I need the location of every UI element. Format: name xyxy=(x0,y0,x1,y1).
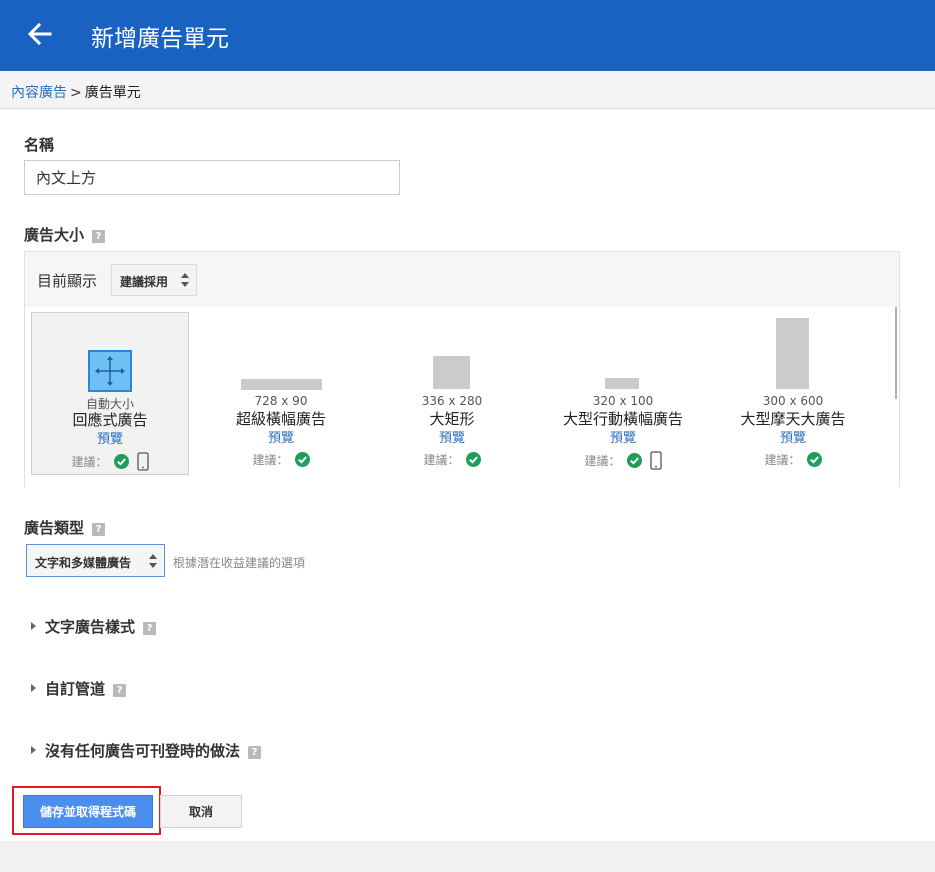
cancel-button[interactable]: 取消 xyxy=(160,795,242,828)
recommend-label: 建議： xyxy=(71,455,108,469)
form-panel: 名稱 廣告大小? 目前顯示 建議採用 自動大小 回應式廣告 預覽 xyxy=(0,109,935,841)
size-filter-select[interactable]: 建議採用 xyxy=(111,264,197,296)
scrollbar[interactable] xyxy=(895,307,897,399)
section-text-ad-style[interactable]: 文字廣告樣式? xyxy=(31,616,157,637)
ad-type-label: 廣告類型? xyxy=(24,517,106,538)
section-label: 沒有任何廣告可刊登時的做法 xyxy=(45,742,241,760)
size-name: 大矩形 xyxy=(429,410,475,428)
app-header: 新增廣告單元 xyxy=(0,0,935,71)
size-name: 大型摩天大廣告 xyxy=(740,410,846,428)
size-option-leaderboard[interactable]: 728 x 90 超級橫幅廣告 預覽 建議： xyxy=(202,312,360,475)
breadcrumb-separator: > xyxy=(70,85,82,101)
expand-triangle-icon xyxy=(31,684,36,692)
recommend-label: 建議： xyxy=(764,453,801,467)
ad-size-label: 廣告大小? xyxy=(24,224,106,245)
help-icon[interactable]: ? xyxy=(248,746,262,759)
mobile-phone-icon xyxy=(649,451,662,470)
size-name: 超級橫幅廣告 xyxy=(235,410,326,428)
select-arrows-icon xyxy=(149,554,157,568)
preview-link[interactable]: 預覽 xyxy=(32,428,188,447)
help-icon[interactable]: ? xyxy=(92,523,106,536)
arrow-left-icon xyxy=(27,22,52,46)
recommend-label: 建議： xyxy=(584,454,621,468)
check-circle-icon xyxy=(626,453,642,468)
expand-triangle-icon xyxy=(31,622,36,630)
preview-link[interactable]: 預覽 xyxy=(202,427,360,446)
size-option-half-page[interactable]: 300 x 600 大型摩天大廣告 預覽 建議： xyxy=(714,312,872,475)
help-icon[interactable]: ? xyxy=(113,684,127,697)
section-label: 文字廣告樣式 xyxy=(45,618,136,636)
size-name: 大型行動橫幅廣告 xyxy=(562,410,683,428)
back-button[interactable] xyxy=(22,16,58,52)
display-filter-label: 目前顯示 xyxy=(37,272,98,290)
recommend-label: 建議： xyxy=(252,453,289,467)
size-option-responsive[interactable]: 自動大小 回應式廣告 預覽 建議： xyxy=(31,312,189,475)
recommend-row: 建議： xyxy=(202,451,360,468)
save-and-get-code-button[interactable]: 儲存並取得程式碼 xyxy=(23,795,153,828)
name-field[interactable] xyxy=(24,160,400,195)
check-circle-icon xyxy=(806,452,822,467)
help-icon[interactable]: ? xyxy=(143,622,157,635)
check-circle-icon xyxy=(113,454,129,469)
breadcrumb: 內容廣告 > 廣告單元 xyxy=(0,71,935,109)
select-arrows-icon xyxy=(181,273,189,287)
size-option-large-mobile-banner[interactable]: 320 x 100 大型行動橫幅廣告 預覽 建議： xyxy=(544,312,702,475)
page-title: 新增廣告單元 xyxy=(91,26,229,52)
size-thumbnail xyxy=(241,379,322,390)
recommend-row: 建議： xyxy=(373,451,531,468)
name-label: 名稱 xyxy=(24,136,55,154)
responsive-resize-icon xyxy=(88,350,132,392)
size-dims: 728 x 90 xyxy=(254,394,308,408)
section-custom-channels[interactable]: 自訂管道? xyxy=(31,678,127,699)
ad-type-hint: 根據潛在收益建議的選項 xyxy=(173,556,306,570)
size-thumbnail xyxy=(605,378,639,389)
section-unfilled-ad-space[interactable]: 沒有任何廣告可刊登時的做法? xyxy=(31,740,262,761)
size-filter-value: 建議採用 xyxy=(120,275,169,289)
ad-size-list: 自動大小 回應式廣告 預覽 建議： 728 x 90 超級橫幅廣告 預覽 建議： xyxy=(25,307,899,487)
ad-type-label-text: 廣告類型 xyxy=(24,519,85,537)
ad-type-select[interactable]: 文字和多媒體廣告 xyxy=(26,544,165,577)
recommend-label: 建議： xyxy=(423,453,460,467)
check-circle-icon xyxy=(294,452,310,467)
size-dims: 336 x 280 xyxy=(421,394,483,408)
expand-triangle-icon xyxy=(31,746,36,754)
size-dims: 300 x 600 xyxy=(762,394,824,408)
size-name: 回應式廣告 xyxy=(72,411,148,429)
preview-link[interactable]: 預覽 xyxy=(373,427,531,446)
section-label: 自訂管道 xyxy=(45,680,106,698)
breadcrumb-current: 廣告單元 xyxy=(84,85,141,101)
size-dims: 320 x 100 xyxy=(592,394,654,408)
recommend-row: 建議： xyxy=(714,451,872,468)
size-thumbnail xyxy=(433,356,470,389)
preview-link[interactable]: 預覽 xyxy=(544,427,702,446)
ad-size-panel: 目前顯示 建議採用 自動大小 回應式廣告 預覽 建議： 728 x 90 超級橫… xyxy=(24,251,900,487)
check-circle-icon xyxy=(465,452,481,467)
size-thumbnail xyxy=(776,318,809,389)
breadcrumb-link-content-ads[interactable]: 內容廣告 xyxy=(11,85,67,101)
ad-type-value: 文字和多媒體廣告 xyxy=(35,556,132,570)
ad-size-label-text: 廣告大小 xyxy=(24,226,85,244)
help-icon[interactable]: ? xyxy=(92,230,106,243)
mobile-phone-icon xyxy=(136,452,149,471)
recommend-row: 建議： xyxy=(32,452,188,471)
size-option-large-rectangle[interactable]: 336 x 280 大矩形 預覽 建議： xyxy=(373,312,531,475)
recommend-row: 建議： xyxy=(544,451,702,470)
preview-link[interactable]: 預覽 xyxy=(714,427,872,446)
